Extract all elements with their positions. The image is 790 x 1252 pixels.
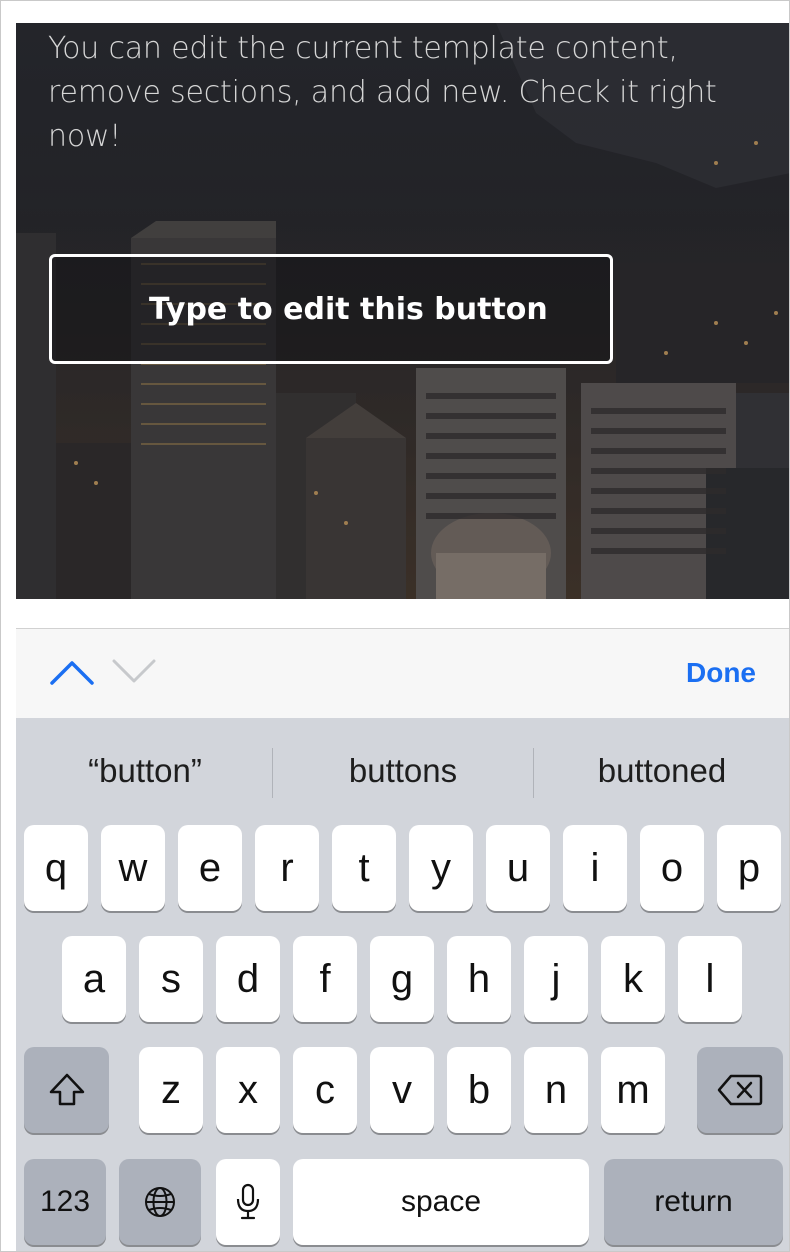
key-w[interactable]: w bbox=[101, 825, 165, 911]
dictation-key[interactable] bbox=[216, 1159, 280, 1245]
key-z[interactable]: z bbox=[139, 1047, 203, 1133]
key-m[interactable]: m bbox=[601, 1047, 665, 1133]
key-b[interactable]: b bbox=[447, 1047, 511, 1133]
key-i[interactable]: i bbox=[563, 825, 627, 911]
key-v[interactable]: v bbox=[370, 1047, 434, 1133]
key-c[interactable]: c bbox=[293, 1047, 357, 1133]
key-q[interactable]: q bbox=[24, 825, 88, 911]
key-n[interactable]: n bbox=[524, 1047, 588, 1133]
keyboard-accessory-bar: Done bbox=[16, 628, 789, 719]
ios-keyboard: “button” buttons buttoned q w e r t y u … bbox=[16, 718, 789, 1251]
key-u[interactable]: u bbox=[486, 825, 550, 911]
suggestion-item[interactable]: “button” bbox=[16, 752, 274, 790]
key-f[interactable]: f bbox=[293, 936, 357, 1022]
key-h[interactable]: h bbox=[447, 936, 511, 1022]
microphone-icon bbox=[236, 1183, 260, 1220]
editable-cta-button-label: Type to edit this button bbox=[149, 291, 548, 327]
done-button[interactable]: Done bbox=[686, 657, 756, 689]
key-g[interactable]: g bbox=[370, 936, 434, 1022]
chevron-up-icon[interactable] bbox=[49, 657, 95, 687]
globe-key[interactable] bbox=[119, 1159, 201, 1245]
key-o[interactable]: o bbox=[640, 825, 704, 911]
delete-key[interactable] bbox=[697, 1047, 783, 1133]
return-key[interactable]: return bbox=[604, 1159, 783, 1245]
key-p[interactable]: p bbox=[717, 825, 781, 911]
app-frame: You can edit the current template conten… bbox=[0, 0, 790, 1252]
key-s[interactable]: s bbox=[139, 936, 203, 1022]
hero-paragraph[interactable]: You can edit the current template conten… bbox=[48, 27, 748, 159]
chevron-down-icon[interactable] bbox=[111, 657, 157, 687]
key-t[interactable]: t bbox=[332, 825, 396, 911]
key-a[interactable]: a bbox=[62, 936, 126, 1022]
key-x[interactable]: x bbox=[216, 1047, 280, 1133]
key-l[interactable]: l bbox=[678, 936, 742, 1022]
key-r[interactable]: r bbox=[255, 825, 319, 911]
numbers-key[interactable]: 123 bbox=[24, 1159, 106, 1245]
space-key[interactable]: space bbox=[293, 1159, 589, 1245]
key-k[interactable]: k bbox=[601, 936, 665, 1022]
key-e[interactable]: e bbox=[178, 825, 242, 911]
suggestion-item[interactable]: buttoned bbox=[533, 752, 789, 790]
template-hero-section: You can edit the current template conten… bbox=[16, 23, 789, 599]
shift-icon bbox=[49, 1073, 84, 1106]
predictive-suggestions-bar: “button” buttons buttoned bbox=[16, 718, 789, 818]
editable-cta-button[interactable]: Type to edit this button bbox=[49, 254, 613, 364]
key-d[interactable]: d bbox=[216, 936, 280, 1022]
suggestion-item[interactable]: buttons bbox=[274, 752, 532, 790]
key-y[interactable]: y bbox=[409, 825, 473, 911]
shift-key[interactable] bbox=[24, 1047, 109, 1133]
globe-icon bbox=[145, 1187, 175, 1217]
suggestion-divider bbox=[272, 748, 273, 798]
delete-icon bbox=[717, 1074, 763, 1106]
key-j[interactable]: j bbox=[524, 936, 588, 1022]
